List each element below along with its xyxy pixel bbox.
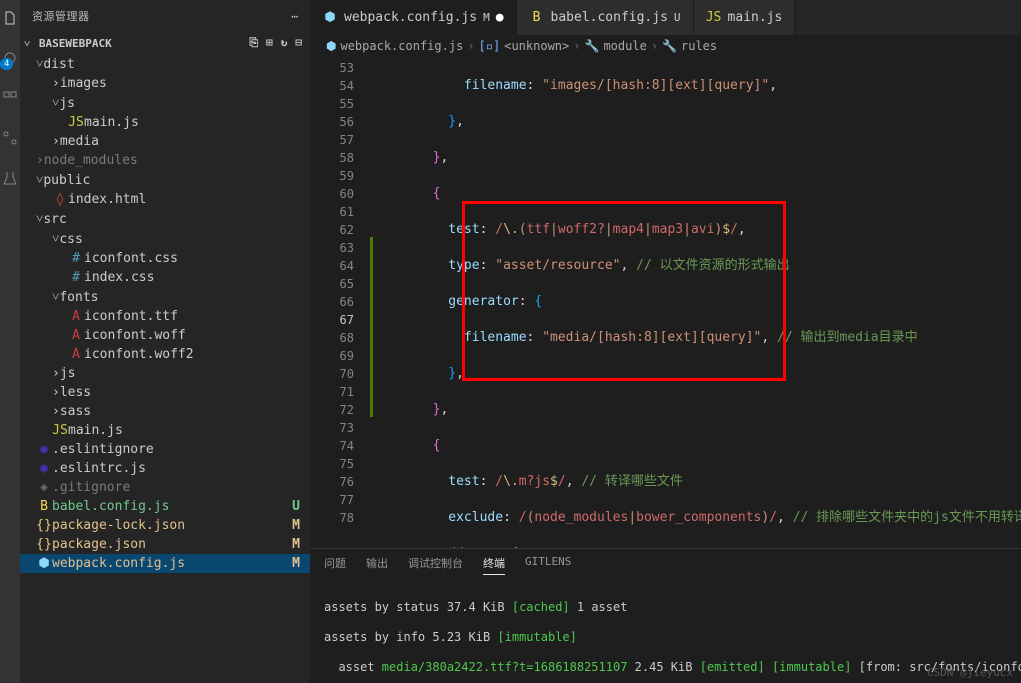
explorer-icon[interactable] [2,10,18,30]
tab-webpack-config[interactable]: ⬢webpack.config.js M● [310,0,517,35]
file-iconfont-ttf[interactable]: A iconfont.ttf [20,307,310,326]
file-package-json[interactable]: {} package.jsonM [20,535,310,554]
code-editor[interactable]: 5354555657585960616263646566676869707172… [310,57,1021,548]
explorer-more-icon[interactable]: ⋯ [291,10,298,23]
tab-output[interactable]: 输出 [366,555,388,575]
folder-fonts[interactable]: ˅ fonts [20,287,310,307]
folder-media[interactable]: › media [20,132,310,151]
scm-icon[interactable] [2,130,18,150]
explorer-sidebar: 资源管理器 ⋯ ˅ BASEWEBPACK ⎘ ⊞ ↻ ⊟ ˅ dist › i… [20,0,310,683]
terminal-tabs: 问题 输出 调试控制台 终端 GITLENS [310,549,1021,581]
collapse-icon[interactable]: ⊟ [295,36,302,50]
file-iconfont-woff[interactable]: A iconfont.woff [20,326,310,345]
file-iconfont-css[interactable]: # iconfont.css [20,249,310,268]
folder-images[interactable]: › images [20,74,310,93]
tab-problems[interactable]: 问题 [324,555,346,575]
folder-dist[interactable]: ˅ dist [20,54,310,74]
file-eslintignore[interactable]: ◉ .eslintignore [20,440,310,459]
folder-src-js[interactable]: › js [20,364,310,383]
tab-main-js[interactable]: JSmain.js [694,0,796,35]
folder-node-modules[interactable]: › node_modules [20,151,310,170]
folder-sass[interactable]: › sass [20,402,310,421]
tab-debug[interactable]: 调试控制台 [408,555,463,575]
file-babel-config[interactable]: B babel.config.jsU [20,497,310,516]
file-index-css[interactable]: # index.css [20,268,310,287]
watermark: CSDN @jieyucx [927,666,1013,679]
debug-icon[interactable]: 4 [2,50,18,70]
terminal-panel: 问题 输出 调试控制台 终端 GITLENS assets by status … [310,548,1021,683]
breadcrumb[interactable]: ⬢webpack.config.js ›[▫]<unknown> ›🔧modul… [310,35,1021,57]
tab-babel-config[interactable]: Bbabel.config.js U [517,0,694,35]
folder-src[interactable]: ˅ src [20,209,310,229]
file-iconfont-woff2[interactable]: A iconfont.woff2 [20,345,310,364]
file-gitignore[interactable]: ◈ .gitignore [20,478,310,497]
file-tree: ˅ dist › images ˅ js JS main.js › media … [20,54,310,683]
explorer-title: 资源管理器 [32,8,90,24]
folder-css[interactable]: ˅ css [20,229,310,249]
terminal-content[interactable]: assets by status 37.4 KiB [cached] 1 ass… [310,581,1021,683]
line-gutter: 5354555657585960616263646566676869707172… [310,57,370,548]
activity-bar: 4 [0,0,20,683]
editor-area: ⬢webpack.config.js M● Bbabel.config.js U… [310,0,1021,683]
file-main-js[interactable]: JS main.js [20,113,310,132]
folder-less[interactable]: › less [20,383,310,402]
refresh-icon[interactable]: ↻ [281,36,288,50]
tab-terminal[interactable]: 终端 [483,555,505,575]
folder-public[interactable]: ˅ public [20,170,310,190]
file-index-html[interactable]: ◊ index.html [20,190,310,209]
testing-icon[interactable] [2,170,18,190]
file-eslintrc[interactable]: ◉ .eslintrc.js [20,459,310,478]
folder-js[interactable]: ˅ js [20,93,310,113]
file-src-main-js[interactable]: JS main.js [20,421,310,440]
extensions-icon[interactable] [2,90,18,110]
code-content[interactable]: filename: "images/[hash:8][ext][query]",… [370,57,1021,548]
new-folder-icon[interactable]: ⊞ [266,36,273,50]
file-package-lock[interactable]: {} package-lock.jsonM [20,516,310,535]
tab-gitlens[interactable]: GITLENS [525,555,571,575]
new-file-icon[interactable]: ⎘ [249,36,258,50]
editor-tabs: ⬢webpack.config.js M● Bbabel.config.js U… [310,0,1021,35]
workspace-header[interactable]: ˅ BASEWEBPACK ⎘ ⊞ ↻ ⊟ [20,32,310,54]
file-webpack-config[interactable]: ⬢ webpack.config.jsM [20,554,310,573]
